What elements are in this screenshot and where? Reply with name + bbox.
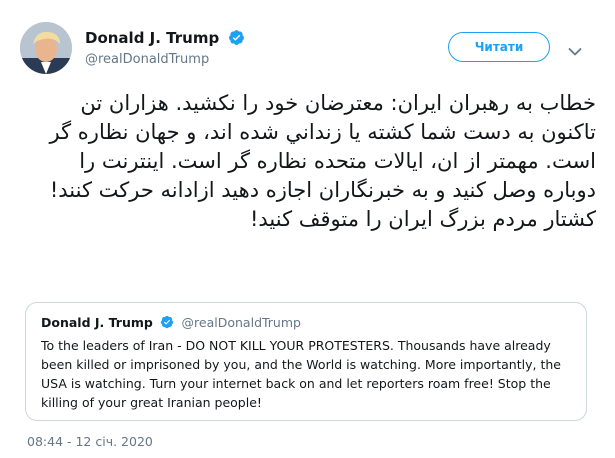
quoted-author: Donald J. Trump @realDonaldTrump (41, 315, 301, 330)
quoted-author-name: Donald J. Trump (41, 315, 153, 330)
tweet-timestamp[interactable]: 08:44 - 12 січ. 2020 (27, 434, 153, 449)
quoted-tweet[interactable]: Donald J. Trump @realDonaldTrump To the … (25, 302, 587, 421)
quoted-tweet-text: To the leaders of Iran - DO NOT KILL YOU… (41, 338, 561, 410)
quoted-author-handle: @realDonaldTrump (181, 315, 301, 330)
follow-button[interactable]: Читати (448, 32, 550, 62)
verified-badge-icon (160, 315, 174, 329)
author-name-text[interactable]: Donald J. Trump (85, 29, 219, 47)
verified-badge-icon (228, 29, 245, 46)
author-name[interactable]: Donald J. Trump (85, 29, 245, 47)
tweet-text: خطاب به رهبران ایران: معترضان خود را نکش… (49, 91, 596, 231)
avatar[interactable] (20, 22, 72, 74)
chevron-down-icon[interactable] (568, 42, 582, 56)
author-handle[interactable]: @realDonaldTrump (85, 52, 209, 67)
